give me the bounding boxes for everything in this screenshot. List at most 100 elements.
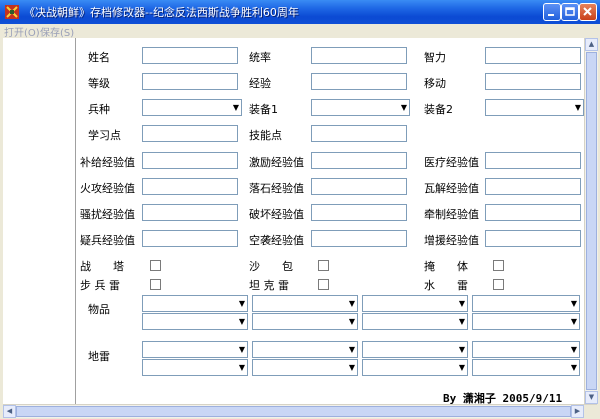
left-panel xyxy=(3,38,76,404)
exp-row-label: 增援经验值 xyxy=(424,234,479,247)
scroll-right-button[interactable]: ▶ xyxy=(571,405,584,418)
item-select[interactable]: ▼ xyxy=(362,313,468,330)
skill-points-input[interactable] xyxy=(311,125,407,142)
dropdown-arrow-icon: ▼ xyxy=(232,103,239,112)
move-input[interactable] xyxy=(485,73,581,90)
checkbox[interactable] xyxy=(150,260,161,271)
command-input[interactable] xyxy=(311,47,407,64)
checkbox-label: 步 兵 雷 xyxy=(80,279,120,292)
equip1-label: 装备1 xyxy=(249,103,278,116)
size-grip[interactable] xyxy=(584,405,597,418)
minimize-button[interactable] xyxy=(543,3,561,21)
dropdown-arrow-icon: ▼ xyxy=(238,363,245,372)
exp-row-input[interactable] xyxy=(142,230,238,247)
dropdown-arrow-icon: ▼ xyxy=(238,345,245,354)
exp-row-input[interactable] xyxy=(485,178,581,195)
equip1-select[interactable]: ▼ xyxy=(311,99,410,116)
mine-select[interactable]: ▼ xyxy=(252,359,358,376)
horizontal-scrollbar[interactable]: ◀ ▶ xyxy=(3,404,597,418)
item-select[interactable]: ▼ xyxy=(472,313,580,330)
scroll-left-button[interactable]: ◀ xyxy=(3,405,16,418)
scroll-down-button[interactable]: ▼ xyxy=(585,391,598,404)
branch-select[interactable]: ▼ xyxy=(142,99,242,116)
equip2-label: 装备2 xyxy=(424,103,453,116)
menu-open[interactable]: 打开(O) xyxy=(4,24,40,39)
dropdown-arrow-icon: ▼ xyxy=(574,103,581,112)
dropdown-arrow-icon: ▼ xyxy=(458,299,465,308)
checkbox[interactable] xyxy=(150,279,161,290)
close-icon xyxy=(583,7,592,16)
horizontal-scroll-thumb[interactable] xyxy=(16,406,571,417)
exp-row-input[interactable] xyxy=(142,204,238,221)
item-select[interactable]: ▼ xyxy=(252,313,358,330)
minimize-icon xyxy=(548,14,554,16)
item-select[interactable]: ▼ xyxy=(472,295,580,312)
exp-row-input[interactable] xyxy=(142,152,238,169)
mine-select[interactable]: ▼ xyxy=(472,341,580,358)
checkbox-label: 战 塔 xyxy=(80,260,124,273)
level-input[interactable] xyxy=(142,73,238,90)
mine-select[interactable]: ▼ xyxy=(142,341,248,358)
item-select[interactable]: ▼ xyxy=(252,295,358,312)
branch-label: 兵种 xyxy=(88,103,110,116)
vertical-scroll-thumb[interactable] xyxy=(586,52,597,390)
learn-points-input[interactable] xyxy=(142,125,238,142)
dropdown-arrow-icon: ▼ xyxy=(458,345,465,354)
exp-row-label: 空袭经验值 xyxy=(249,234,304,247)
equip2-select[interactable]: ▼ xyxy=(485,99,584,116)
exp-row-label: 骚扰经验值 xyxy=(80,208,135,221)
exp-row-input[interactable] xyxy=(311,230,407,247)
dropdown-arrow-icon: ▼ xyxy=(400,103,407,112)
checkbox[interactable] xyxy=(318,260,329,271)
exp-row-input[interactable] xyxy=(485,204,581,221)
exp-row-input[interactable] xyxy=(311,152,407,169)
exp-row-input[interactable] xyxy=(311,178,407,195)
dropdown-arrow-icon: ▼ xyxy=(458,363,465,372)
mine-select[interactable]: ▼ xyxy=(472,359,580,376)
skill-points-label: 技能点 xyxy=(249,129,282,142)
checkbox-label: 沙 包 xyxy=(249,260,293,273)
checkbox[interactable] xyxy=(493,279,504,290)
intellect-input[interactable] xyxy=(485,47,581,64)
title-bar[interactable]: 《决战朝鲜》存档修改器--纪念反法西斯战争胜利60周年 xyxy=(0,0,600,24)
main-window: 《决战朝鲜》存档修改器--纪念反法西斯战争胜利60周年 打开(O) 保存(S) … xyxy=(0,0,600,419)
exp-row-input[interactable] xyxy=(485,230,581,247)
command-label: 统率 xyxy=(249,51,271,64)
mine-select[interactable]: ▼ xyxy=(142,359,248,376)
name-label: 姓名 xyxy=(88,51,110,64)
window-title: 《决战朝鲜》存档修改器--纪念反法西斯战争胜利60周年 xyxy=(24,6,299,19)
mine-select[interactable]: ▼ xyxy=(252,341,358,358)
vertical-scrollbar[interactable]: ▲ ▼ xyxy=(584,38,598,404)
menu-save[interactable]: 保存(S) xyxy=(40,24,74,39)
mine-select[interactable]: ▼ xyxy=(362,359,468,376)
checkbox[interactable] xyxy=(493,260,504,271)
maximize-button[interactable] xyxy=(561,3,579,21)
dropdown-arrow-icon: ▼ xyxy=(570,345,577,354)
app-icon xyxy=(5,5,19,19)
name-input[interactable] xyxy=(142,47,238,64)
exp-input[interactable] xyxy=(311,73,407,90)
checkbox[interactable] xyxy=(318,279,329,290)
dropdown-arrow-icon: ▼ xyxy=(570,299,577,308)
items-label: 物品 xyxy=(88,303,110,316)
item-select[interactable]: ▼ xyxy=(142,313,248,330)
exp-row-label: 疑兵经验值 xyxy=(80,234,135,247)
maximize-icon xyxy=(565,7,575,16)
checkbox-label: 掩 体 xyxy=(424,260,468,273)
exp-row-input[interactable] xyxy=(485,152,581,169)
learn-points-label: 学习点 xyxy=(88,129,121,142)
dropdown-arrow-icon: ▼ xyxy=(238,299,245,308)
exp-row-input[interactable] xyxy=(142,178,238,195)
checkbox-label: 坦 克 雷 xyxy=(249,279,289,292)
exp-row-label: 瓦解经验值 xyxy=(424,182,479,195)
item-select[interactable]: ▼ xyxy=(362,295,468,312)
exp-row-label: 激励经验值 xyxy=(249,156,304,169)
exp-row-input[interactable] xyxy=(311,204,407,221)
dropdown-arrow-icon: ▼ xyxy=(348,345,355,354)
scroll-up-button[interactable]: ▲ xyxy=(585,38,598,51)
exp-label: 经验 xyxy=(249,77,271,90)
exp-row-label: 破坏经验值 xyxy=(249,208,304,221)
mine-select[interactable]: ▼ xyxy=(362,341,468,358)
close-button[interactable] xyxy=(579,3,597,21)
item-select[interactable]: ▼ xyxy=(142,295,248,312)
